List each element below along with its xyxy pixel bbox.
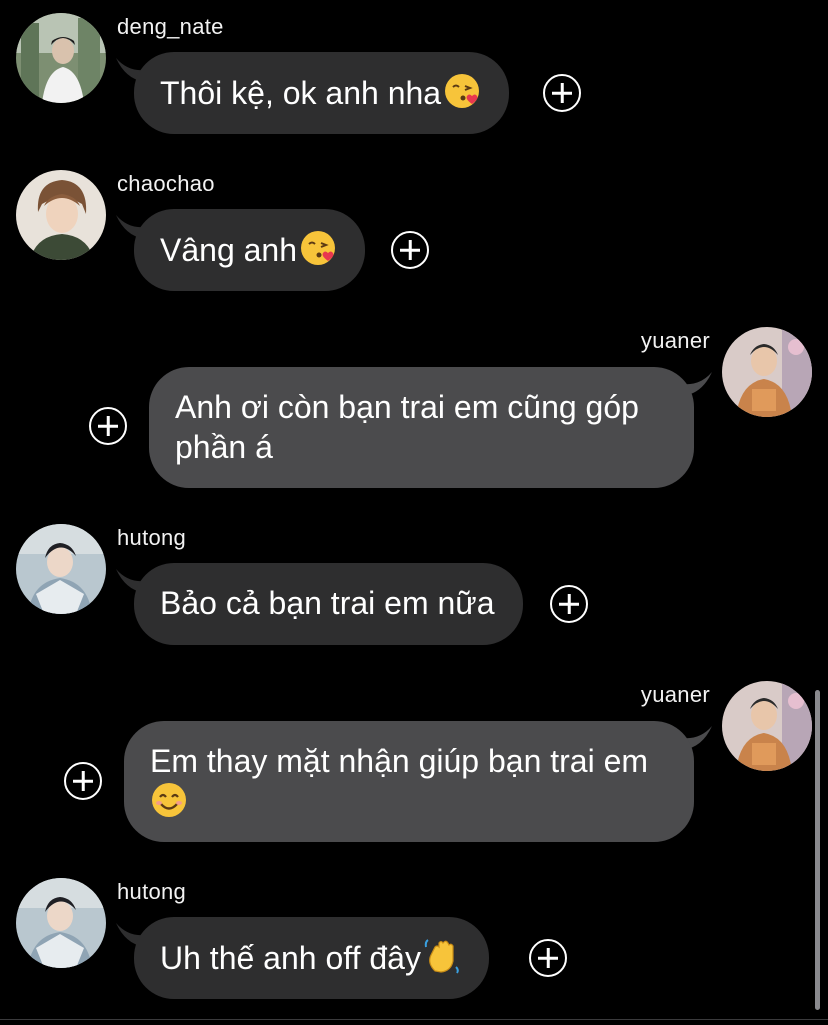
message-text: Thôi kệ, ok anh nha <box>160 75 442 111</box>
waving-hand-emoji <box>423 937 461 975</box>
avatar-hutong[interactable] <box>16 878 106 968</box>
message-bubble[interactable]: Bảo cả bạn trai em nữa <box>134 563 523 645</box>
avatar-deng-nate[interactable] <box>16 13 106 103</box>
avatar-hutong[interactable] <box>16 524 106 614</box>
add-reaction-icon[interactable] <box>64 762 102 800</box>
add-reaction-icon[interactable] <box>543 74 581 112</box>
username: chaochao <box>117 171 215 196</box>
avatar-image <box>722 327 812 417</box>
divider <box>0 1019 828 1020</box>
message-text: Anh ơi còn bạn trai em cũng góp phần á <box>175 389 639 465</box>
username: yuaner <box>640 328 710 353</box>
username: hutong <box>117 525 187 550</box>
scrollbar[interactable] <box>815 690 820 1010</box>
message-bubble[interactable]: Em thay mặt nhận giúp bạn trai em <box>124 721 694 842</box>
avatar-image <box>16 524 106 614</box>
username: hutong <box>117 879 187 904</box>
add-reaction-icon[interactable] <box>529 939 567 977</box>
message-bubble[interactable]: Anh ơi còn bạn trai em cũng góp phần á <box>149 367 694 488</box>
message-text: Em thay mặt nhận giúp bạn trai em <box>150 743 649 779</box>
message-bubble[interactable]: Vâng anh <box>134 209 366 291</box>
kissing-heart-emoji <box>443 72 481 110</box>
add-reaction-icon[interactable] <box>89 407 127 445</box>
username: yuaner <box>640 682 710 707</box>
avatar-chaochao[interactable] <box>16 170 106 260</box>
avatar-image <box>16 13 106 103</box>
avatar-yuaner[interactable] <box>722 681 812 771</box>
message-text: Bảo cả bạn trai em nữa <box>160 585 495 621</box>
avatar-image <box>16 878 106 968</box>
message-text: Vâng anh <box>160 232 298 268</box>
kissing-heart-emoji <box>299 229 337 267</box>
username: deng_nate <box>117 14 224 39</box>
message-bubble[interactable]: Thôi kệ, ok anh nha <box>134 52 510 134</box>
message-bubble[interactable]: Uh thế anh off đây <box>134 917 489 999</box>
add-reaction-icon[interactable] <box>391 231 429 269</box>
message-text: Uh thế anh off đây <box>160 940 421 976</box>
avatar-image <box>16 170 106 260</box>
avatar-yuaner[interactable] <box>722 327 812 417</box>
smiling-face-emoji <box>150 781 188 819</box>
avatar-image <box>722 681 812 771</box>
add-reaction-icon[interactable] <box>550 585 588 623</box>
